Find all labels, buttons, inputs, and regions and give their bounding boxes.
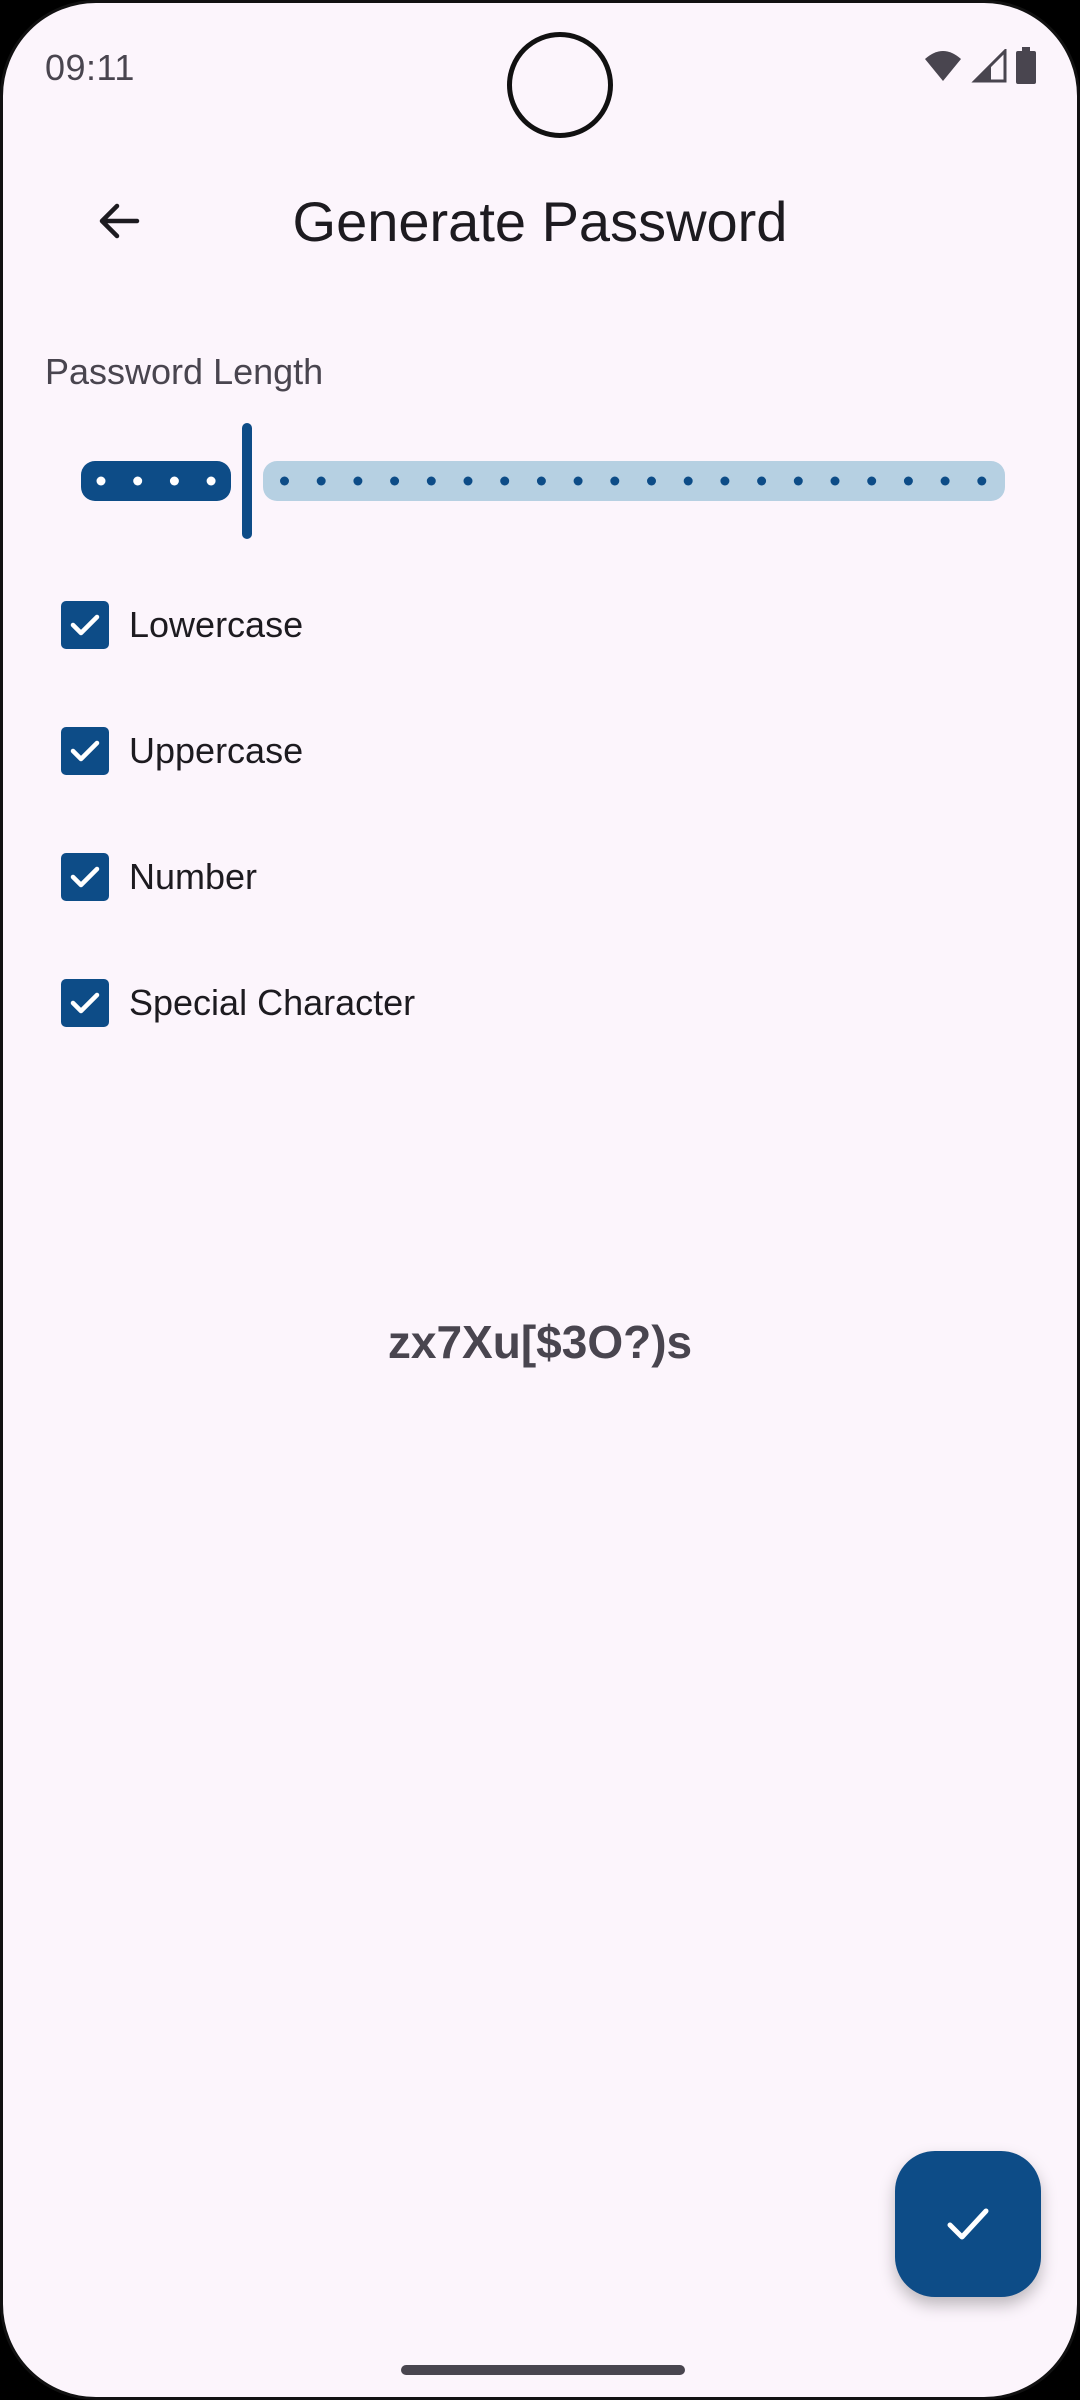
lowercase-label: Lowercase [129,604,304,645]
generated-password: zx7Xu[$3O?)s [387,1316,693,1368]
slider-tick [793,476,803,486]
lowercase-checkbox[interactable] [61,601,109,649]
slider-tick [903,476,913,486]
special-character-checkbox[interactable] [61,979,109,1027]
slider-tick [500,476,510,486]
check-icon [70,866,100,888]
slider-tick [977,476,987,486]
slider-tick [463,476,473,486]
slider-tick [940,476,950,486]
cell-signal-icon [971,49,1007,83]
slider-tick [390,476,400,486]
slider-tick [206,476,216,486]
slider-tick [426,476,436,486]
slider-tick [757,476,767,486]
option-lowercase[interactable]: Lowercase [61,601,415,727]
uppercase-label: Uppercase [129,730,304,771]
option-number[interactable]: Number [61,853,415,979]
option-special-character[interactable]: Special Character [61,979,415,1105]
password-length-slider[interactable] [81,421,1005,541]
check-icon [70,992,100,1014]
number-label: Number [129,856,258,897]
status-time: 09:11 [45,47,135,88]
check-icon [70,740,100,762]
page-title: Generate Password [292,190,788,253]
status-icons [923,47,1037,85]
special-character-label: Special Character [129,982,416,1023]
slider-tick [316,476,326,486]
slider-tick [133,476,143,486]
camera-cutout [507,32,613,138]
slider-tick [683,476,693,486]
number-checkbox[interactable] [61,853,109,901]
check-icon [947,2208,989,2240]
slider-inactive-track [263,461,1005,501]
phone-screen: 09:11 Generate Password Password Length [0,0,1080,2400]
slider-tick [169,476,179,486]
option-uppercase[interactable]: Uppercase [61,727,415,853]
options-list: Lowercase Uppercase Number Special Chara… [61,601,415,1105]
slider-tick [647,476,656,486]
confirm-fab-button[interactable] [895,2151,1041,2297]
slider-tick [867,476,877,486]
check-icon [70,614,100,636]
slider-tick [830,476,840,486]
password-length-label: Password Length [45,351,324,392]
slider-tick [720,476,730,486]
slider-tick [280,476,289,486]
slider-thumb[interactable] [242,423,252,539]
slider-tick [96,476,106,486]
slider-tick [353,476,363,486]
battery-icon [1016,47,1036,84]
home-indicator [401,2365,685,2375]
slider-tick [536,476,546,486]
uppercase-checkbox[interactable] [61,727,109,775]
wifi-icon [925,51,961,81]
slider-tick [610,476,620,486]
slider-tick [573,476,583,486]
